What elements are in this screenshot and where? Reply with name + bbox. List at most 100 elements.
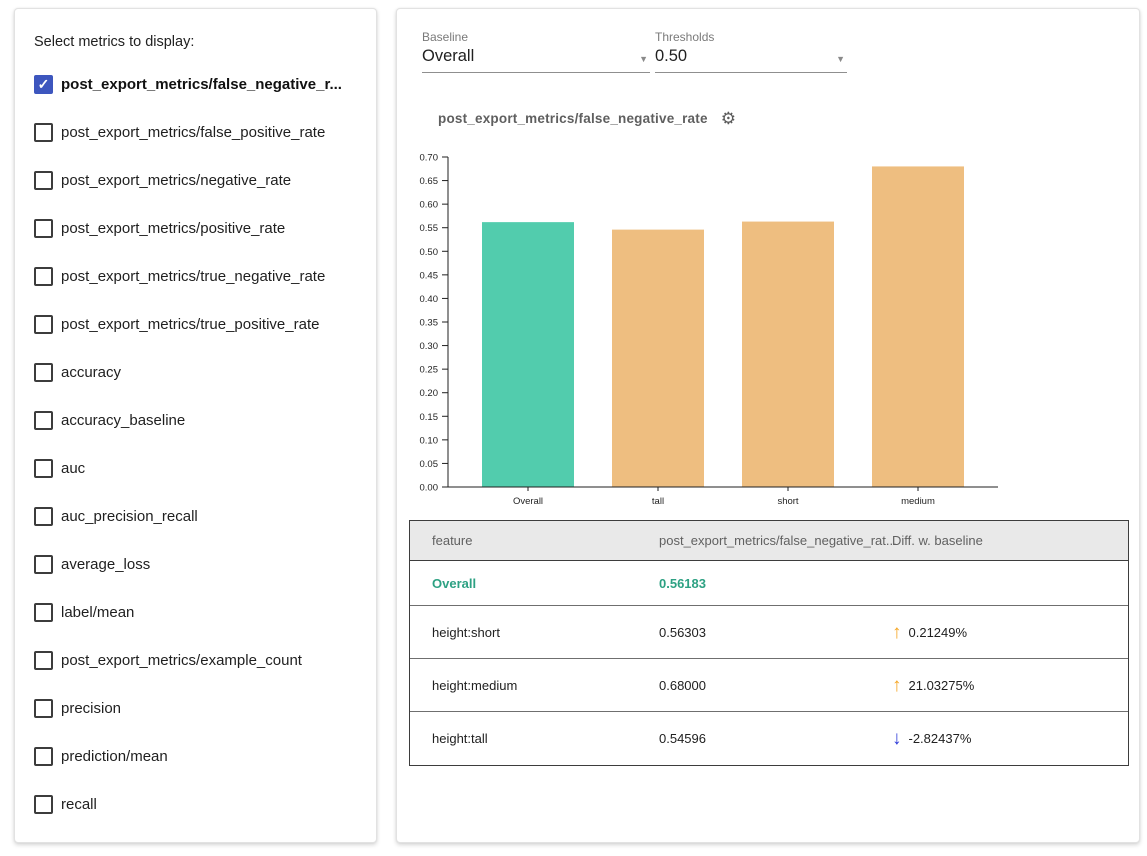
chevron-down-icon: ▼: [836, 54, 845, 64]
thresholds-dropdown-value: 0.50: [655, 47, 687, 65]
svg-text:0.00: 0.00: [420, 483, 439, 494]
metric-label: auc_precision_recall: [61, 508, 198, 525]
feature-cell: height:medium: [410, 678, 659, 693]
svg-text:Overall: Overall: [513, 496, 543, 507]
thresholds-dropdown[interactable]: Thresholds 0.50 ▼: [655, 30, 847, 73]
feature-cell: height:tall: [410, 731, 659, 746]
checkbox-icon[interactable]: [34, 315, 53, 334]
svg-text:0.40: 0.40: [420, 294, 439, 305]
value-cell: 0.68000: [659, 678, 892, 693]
metric-checkbox-row[interactable]: post_export_metrics/false_positive_rate: [34, 118, 376, 146]
checkbox-icon[interactable]: [34, 795, 53, 814]
metric-label: post_export_metrics/positive_rate: [61, 220, 285, 237]
checkbox-icon[interactable]: [34, 603, 53, 622]
metric-label: precision: [61, 700, 121, 717]
table-row: height:short 0.56303 ↑ 0.21249%: [410, 606, 1128, 659]
svg-text:short: short: [777, 496, 798, 507]
metric-checkbox-row[interactable]: recall: [34, 790, 376, 818]
metric-label: accuracy_baseline: [61, 412, 185, 429]
metric-checkbox-row[interactable]: prediction/mean: [34, 742, 376, 770]
checkbox-icon[interactable]: [34, 123, 53, 142]
settings-gear-icon[interactable]: ⚙: [721, 110, 736, 127]
metric-checkbox-row[interactable]: accuracy: [34, 358, 376, 386]
table-header-metric: post_export_metrics/false_negative_rat..…: [659, 533, 892, 548]
metric-checkbox-row[interactable]: accuracy_baseline: [34, 406, 376, 434]
baseline-dropdown[interactable]: Baseline Overall ▼: [422, 30, 650, 73]
metric-label: label/mean: [61, 604, 134, 621]
svg-text:medium: medium: [901, 496, 935, 507]
checkbox-icon[interactable]: [34, 555, 53, 574]
up-arrow-icon: ↑: [892, 676, 902, 695]
svg-text:0.15: 0.15: [420, 412, 439, 423]
metric-selector-title: Select metrics to display:: [34, 34, 376, 50]
checkbox-icon[interactable]: [34, 699, 53, 718]
table-header-row: feature post_export_metrics/false_negati…: [410, 521, 1128, 561]
table-header-feature: feature: [410, 533, 659, 548]
feature-cell: Overall: [410, 576, 659, 591]
metric-label: post_export_metrics/false_negative_r...: [61, 76, 342, 93]
checkbox-icon[interactable]: [34, 171, 53, 190]
metric-label: auc: [61, 460, 85, 477]
metric-checkbox-row[interactable]: auc: [34, 454, 376, 482]
checkbox-checked-icon[interactable]: ✓: [34, 75, 53, 94]
metric-label: recall: [61, 796, 97, 813]
metric-selector-panel: Select metrics to display: ✓ post_export…: [14, 8, 377, 843]
checkbox-icon[interactable]: [34, 507, 53, 526]
metric-checkbox-row[interactable]: post_export_metrics/positive_rate: [34, 214, 376, 242]
svg-text:0.45: 0.45: [420, 270, 439, 281]
table-header-diff: Diff. w. baseline: [892, 533, 1128, 548]
value-cell: 0.56303: [659, 625, 892, 640]
metric-label: average_loss: [61, 556, 150, 573]
checkbox-icon[interactable]: [34, 267, 53, 286]
svg-text:0.20: 0.20: [420, 388, 439, 399]
diff-cell: 21.03275%: [909, 678, 975, 693]
chart-title: post_export_metrics/false_negative_rate: [438, 111, 708, 126]
metric-label: post_export_metrics/false_positive_rate: [61, 124, 325, 141]
table-row: height:tall 0.54596 ↓ -2.82437%: [410, 712, 1128, 765]
svg-text:0.50: 0.50: [420, 247, 439, 258]
metric-checkbox-row[interactable]: post_export_metrics/true_positive_rate: [34, 310, 376, 338]
chevron-down-icon: ▼: [639, 54, 648, 64]
metric-checkbox-row[interactable]: average_loss: [34, 550, 376, 578]
table-row: height:medium 0.68000 ↑ 21.03275%: [410, 659, 1128, 712]
metric-label: post_export_metrics/example_count: [61, 652, 302, 669]
checkbox-icon[interactable]: [34, 219, 53, 238]
down-arrow-icon: ↓: [892, 729, 902, 748]
table-row: Overall 0.56183: [410, 561, 1128, 606]
svg-text:0.30: 0.30: [420, 341, 439, 352]
svg-text:0.65: 0.65: [420, 176, 439, 187]
baseline-dropdown-label: Baseline: [422, 30, 650, 44]
bar-chart[interactable]: 0.000.050.100.150.200.250.300.350.400.45…: [397, 149, 1037, 521]
checkbox-icon[interactable]: [34, 651, 53, 670]
svg-text:0.05: 0.05: [420, 459, 439, 470]
svg-text:0.25: 0.25: [420, 365, 439, 376]
thresholds-dropdown-label: Thresholds: [655, 30, 847, 44]
feature-cell: height:short: [410, 625, 659, 640]
svg-text:tall: tall: [652, 496, 664, 507]
metric-checkbox-row[interactable]: auc_precision_recall: [34, 502, 376, 530]
metric-label: prediction/mean: [61, 748, 168, 765]
metric-checkbox-row[interactable]: post_export_metrics/negative_rate: [34, 166, 376, 194]
value-cell: 0.54596: [659, 731, 892, 746]
metric-label: post_export_metrics/true_negative_rate: [61, 268, 325, 285]
diff-cell: 0.21249%: [909, 625, 968, 640]
up-arrow-icon: ↑: [892, 623, 902, 642]
checkbox-icon[interactable]: [34, 363, 53, 382]
baseline-dropdown-value: Overall: [422, 47, 474, 65]
checkbox-icon[interactable]: [34, 459, 53, 478]
metric-checkbox-row[interactable]: precision: [34, 694, 376, 722]
svg-text:0.35: 0.35: [420, 318, 439, 329]
metrics-table: feature post_export_metrics/false_negati…: [409, 520, 1129, 766]
metric-label: accuracy: [61, 364, 121, 381]
metric-checkbox-row[interactable]: post_export_metrics/example_count: [34, 646, 376, 674]
metric-detail-panel: Baseline Overall ▼ Thresholds 0.50 ▼ pos…: [396, 8, 1140, 843]
metric-checkbox-row[interactable]: label/mean: [34, 598, 376, 626]
metric-checkbox-row[interactable]: post_export_metrics/true_negative_rate: [34, 262, 376, 290]
value-cell: 0.56183: [659, 576, 892, 591]
diff-cell: -2.82437%: [909, 731, 972, 746]
svg-text:0.55: 0.55: [420, 223, 439, 234]
checkbox-icon[interactable]: [34, 411, 53, 430]
checkbox-icon[interactable]: [34, 747, 53, 766]
svg-text:0.70: 0.70: [420, 153, 439, 164]
metric-checkbox-row[interactable]: ✓ post_export_metrics/false_negative_r..…: [34, 70, 376, 98]
